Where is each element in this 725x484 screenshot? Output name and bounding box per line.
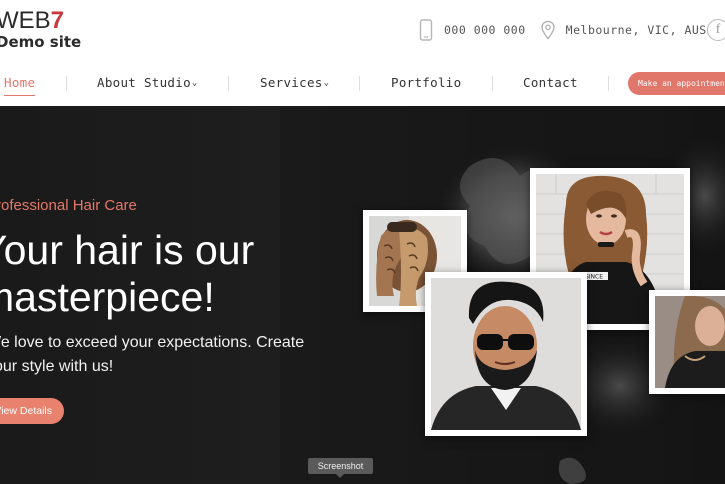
hero-headline: Your hair is our masterpiece! (0, 227, 255, 320)
phone-icon (418, 19, 434, 41)
chevron-down-icon: ⌄ (191, 78, 198, 88)
hero-photo-bearded-man (425, 272, 587, 436)
hero-photo-woman-partial (649, 290, 725, 394)
nav-about-studio[interactable]: About Studio⌄ (97, 75, 198, 90)
hero-kicker: Professional Hair Care (0, 197, 137, 214)
site-logo[interactable]: WEB7 Demo site (0, 9, 81, 50)
facebook-icon[interactable]: f (707, 19, 725, 41)
phone-number[interactable]: 000 000 000 (444, 23, 526, 37)
nav-divider (608, 76, 609, 91)
make-appointment-button[interactable]: Make an appointment (628, 72, 725, 95)
nav-portfolio[interactable]: Portfolio (391, 75, 461, 90)
nav-divider (66, 76, 67, 91)
nav-divider (492, 76, 493, 91)
nav-contact[interactable]: Contact (523, 75, 578, 90)
nav-services[interactable]: Services⌄ (260, 75, 329, 90)
nav-divider (228, 76, 229, 91)
hero-section: Professional Hair Care Your hair is our … (0, 106, 725, 484)
main-nav: Home About Studio⌄ Services⌄ Portfolio C… (0, 70, 725, 98)
screenshot-tooltip: Screenshot (308, 458, 373, 478)
nav-divider (359, 76, 360, 91)
location-text: Melbourne, VIC, AUS (565, 23, 707, 37)
view-details-button[interactable]: View Details (0, 398, 64, 424)
logo-wordmark: WEB7 (0, 7, 65, 34)
location-pin-icon (540, 19, 556, 41)
contact-bar: 000 000 000 Melbourne, VIC, AUS (418, 18, 707, 42)
logo-subtitle: Demo site (0, 33, 82, 51)
shirt-print-text: SINCE (585, 274, 603, 281)
chevron-down-icon: ⌄ (323, 78, 330, 88)
nav-home[interactable]: Home (4, 75, 36, 96)
hero-lead-text: We love to exceed your expectations. Cre… (0, 334, 305, 375)
